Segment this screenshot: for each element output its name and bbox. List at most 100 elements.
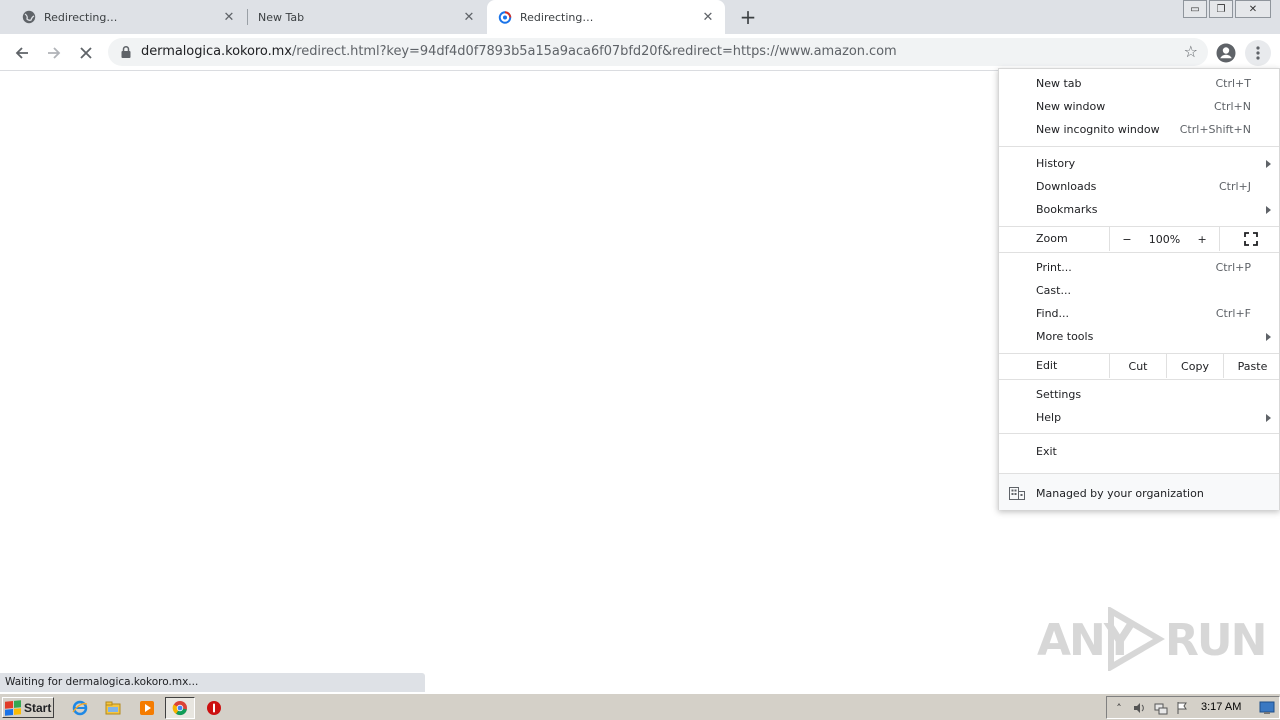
lock-icon[interactable] [120, 45, 132, 59]
globe-icon [22, 10, 36, 24]
menu-item-downloads[interactable]: Downloads Ctrl+J [999, 175, 1279, 198]
menu-item-exit[interactable]: Exit [999, 440, 1279, 463]
new-tab-plus-icon[interactable]: + [737, 5, 759, 29]
chrome-taskbar-icon[interactable] [165, 697, 195, 719]
chrome-loading-icon [498, 10, 512, 24]
menu-zoom-row: Zoom − 100% + [999, 227, 1279, 251]
menu-shortcut: Ctrl+F [1215, 307, 1251, 320]
address-bar[interactable]: dermalogica.kokoro.mx/redirect.html?key=… [108, 38, 1208, 66]
menu-separator [999, 252, 1279, 253]
menu-separator [999, 146, 1279, 147]
close-tab-icon[interactable]: ✕ [701, 10, 715, 25]
tab-redirecting-active[interactable]: Redirecting… ✕ [487, 0, 725, 34]
zoom-out-button[interactable]: − [1115, 233, 1139, 246]
url-text: dermalogica.kokoro.mx/redirect.html?key=… [141, 44, 897, 59]
tray-expand-icon[interactable]: ˄ [1111, 700, 1127, 716]
minimize-window-button[interactable]: ▭ [1183, 0, 1207, 18]
restore-window-button[interactable]: ❐ [1209, 0, 1233, 18]
volume-icon[interactable] [1131, 700, 1147, 716]
chrome-menu: New tab Ctrl+T New window Ctrl+N New inc… [998, 68, 1280, 510]
menu-label: Settings [1036, 388, 1082, 401]
menu-label: Help [1036, 411, 1062, 424]
paste-button[interactable]: Paste [1223, 354, 1280, 378]
menu-separator [999, 433, 1279, 434]
submenu-arrow-icon [1266, 206, 1271, 214]
tab-redirecting-1[interactable]: Redirecting… ✕ [0, 0, 246, 34]
close-tab-icon[interactable]: ✕ [462, 10, 476, 25]
profile-avatar-icon[interactable] [1213, 40, 1239, 66]
zoom-in-button[interactable]: + [1190, 233, 1214, 246]
tab-strip: Redirecting… ✕ New Tab ✕ Redirecting… ✕ … [0, 0, 1280, 34]
edit-label: Edit [1036, 359, 1058, 372]
submenu-arrow-icon [1266, 414, 1271, 422]
menu-label: Downloads [1036, 180, 1097, 193]
menu-label: New incognito window [1036, 123, 1160, 136]
menu-separator [999, 379, 1279, 380]
action-center-flag-icon[interactable] [1175, 700, 1191, 716]
menu-item-new-incognito-window[interactable]: New incognito window Ctrl+Shift+N [999, 118, 1279, 141]
show-desktop-icon[interactable] [1259, 700, 1275, 716]
bookmark-star-icon[interactable]: ☆ [1184, 42, 1198, 61]
menu-label: Find... [1036, 307, 1070, 320]
fullscreen-icon [1243, 232, 1258, 246]
network-icon[interactable] [1153, 700, 1169, 716]
menu-item-cast[interactable]: Cast... [999, 279, 1279, 302]
menu-shortcut: Ctrl+P [1215, 261, 1251, 274]
windows-logo-icon [5, 699, 21, 716]
back-arrow-icon[interactable] [9, 40, 35, 66]
managed-by-organization[interactable]: Managed by your organization [999, 473, 1279, 510]
menu-label: New window [1036, 100, 1106, 113]
close-tab-icon[interactable]: ✕ [222, 10, 236, 25]
status-bubble: Waiting for dermalogica.kokoro.mx... [0, 673, 425, 692]
tab-new-tab[interactable]: New Tab ✕ [236, 0, 486, 34]
menu-item-history[interactable]: History [999, 152, 1279, 175]
menu-edit-row: Edit Cut Copy Paste [999, 354, 1279, 378]
menu-item-more-tools[interactable]: More tools [999, 325, 1279, 348]
anyrun-watermark-logo: ANY RUN [1037, 607, 1267, 671]
cut-button[interactable]: Cut [1109, 354, 1166, 378]
menu-shortcut: Ctrl+Shift+N [1179, 123, 1251, 136]
taskbar-clock[interactable]: 3:17 AM [1201, 701, 1241, 713]
menu-item-print[interactable]: Print... Ctrl+P [999, 256, 1279, 279]
start-label: Start [24, 700, 52, 715]
submenu-arrow-icon [1266, 160, 1271, 168]
forward-arrow-icon[interactable] [41, 40, 67, 66]
menu-label: Exit [1036, 445, 1057, 458]
menu-label: More tools [1036, 330, 1094, 343]
menu-shortcut: Ctrl+N [1213, 100, 1251, 113]
url-host: dermalogica.kokoro.mx [141, 44, 292, 59]
internet-explorer-icon[interactable] [71, 699, 89, 717]
tab-title: New Tab [258, 10, 305, 24]
zoom-controls: − 100% + [1109, 227, 1219, 251]
menu-label: New tab [1036, 77, 1082, 90]
menu-label: Cast... [1036, 284, 1071, 297]
menu-item-find[interactable]: Find... Ctrl+F [999, 302, 1279, 325]
menu-item-bookmarks[interactable]: Bookmarks [999, 198, 1279, 221]
zoom-label: Zoom [1036, 232, 1068, 245]
windows-taskbar: Start ˄ 3:17 AM [0, 693, 1280, 720]
menu-item-new-window[interactable]: New window Ctrl+N [999, 95, 1279, 118]
file-explorer-icon[interactable] [104, 699, 122, 717]
tab-title: Redirecting… [44, 10, 118, 24]
tab-title: Redirecting… [520, 10, 594, 24]
building-icon [1009, 487, 1025, 500]
start-button[interactable]: Start [2, 697, 54, 718]
close-window-button[interactable]: ✕ [1235, 0, 1271, 18]
menu-label: Bookmarks [1036, 203, 1098, 216]
stop-loading-icon[interactable] [73, 40, 99, 66]
watermark-text-right: RUN [1165, 615, 1267, 666]
menu-item-settings[interactable]: Settings [999, 383, 1279, 406]
url-path: /redirect.html?key=94df4d0f7893b5a15a9ac… [291, 44, 897, 59]
menu-shortcut: Ctrl+J [1218, 180, 1251, 193]
menu-item-new-tab[interactable]: New tab Ctrl+T [999, 72, 1279, 95]
opera-stop-icon[interactable] [205, 699, 223, 717]
managed-label: Managed by your organization [1036, 487, 1204, 500]
chrome-menu-kebab-icon[interactable] [1245, 40, 1271, 66]
menu-label: Print... [1036, 261, 1072, 274]
menu-item-help[interactable]: Help [999, 406, 1279, 429]
zoom-level: 100% [1148, 232, 1181, 246]
copy-button[interactable]: Copy [1166, 354, 1223, 378]
fullscreen-button[interactable] [1219, 227, 1280, 251]
system-tray: ˄ 3:17 AM [1106, 696, 1280, 719]
media-player-icon[interactable] [138, 699, 156, 717]
